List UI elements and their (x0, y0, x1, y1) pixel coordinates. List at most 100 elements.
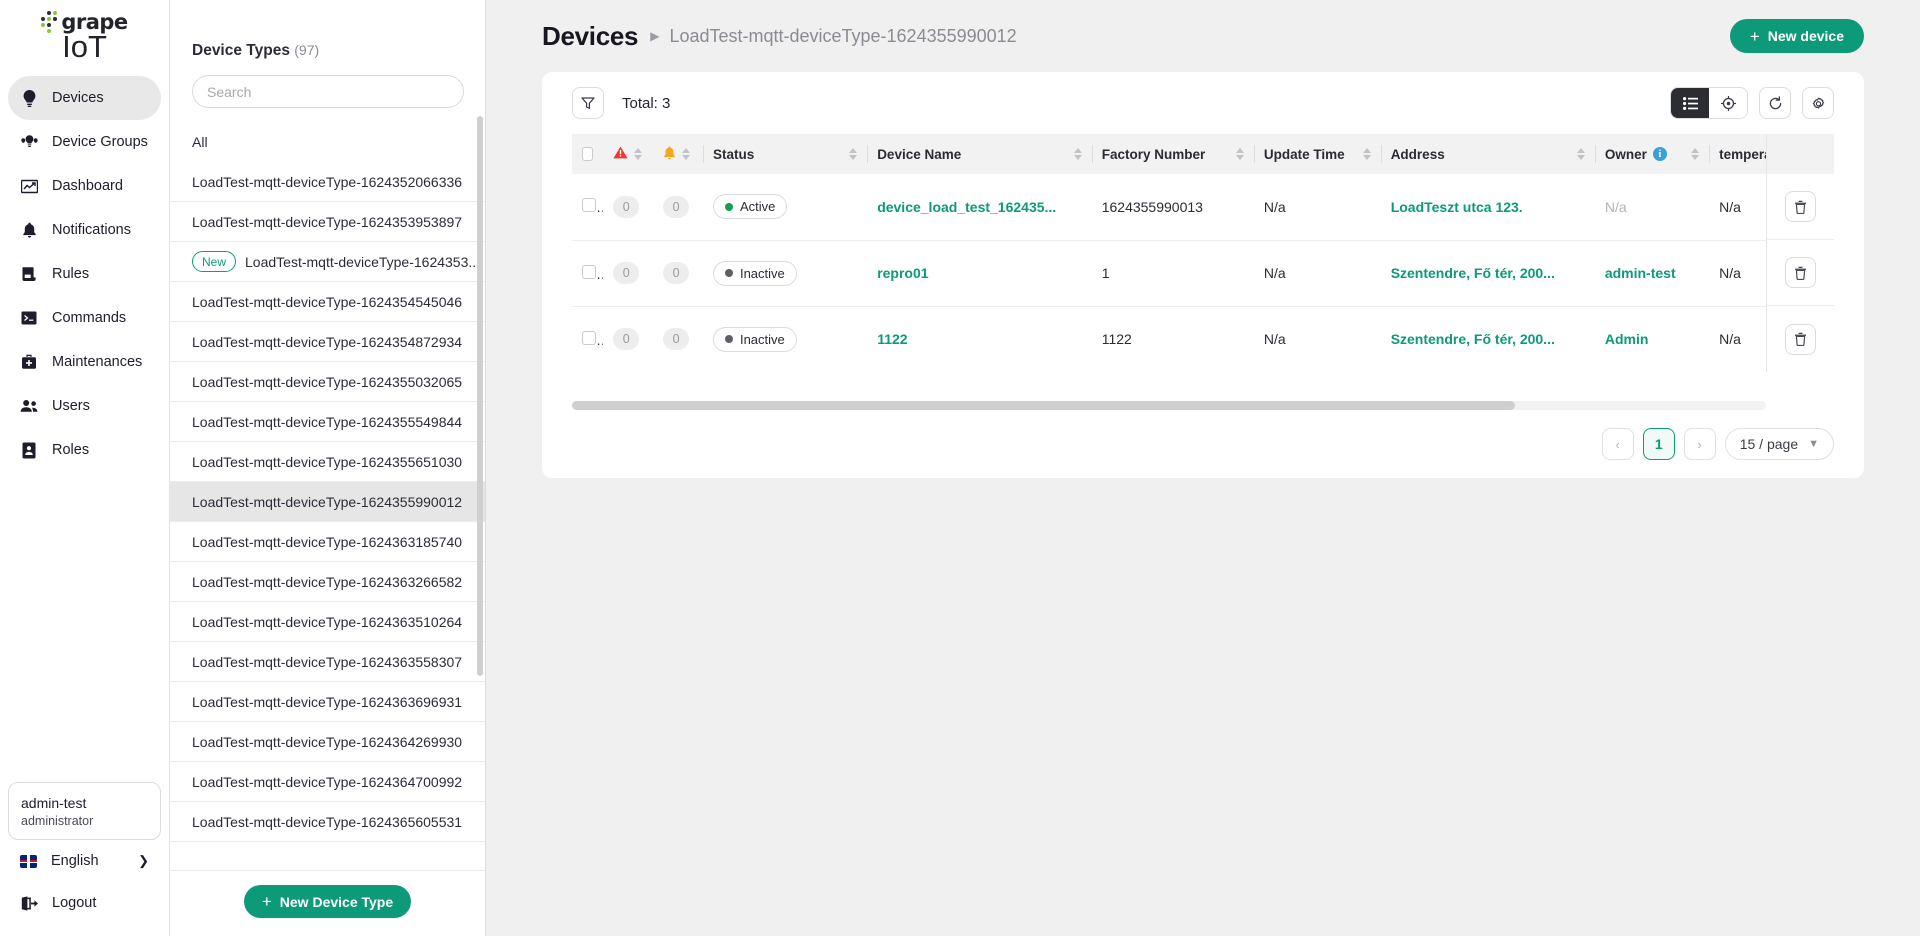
language-selector[interactable]: English ❯ (8, 840, 161, 882)
sort-toggle[interactable] (1576, 148, 1585, 160)
table-header-alarms[interactable] (603, 134, 654, 174)
plus-icon: + (1749, 26, 1760, 46)
device-type-list-item[interactable]: LoadTest-mqtt-deviceType-1624363558307 (170, 642, 485, 682)
page-size-selector[interactable]: 15 / page ▼ (1724, 428, 1834, 460)
table-header-label: Owner (1604, 146, 1647, 162)
table-header-factory[interactable]: Factory Number (1091, 134, 1254, 174)
device-type-list-item[interactable]: LoadTest-mqtt-deviceType-1624355032065 (170, 362, 485, 402)
sidebar-item-rules[interactable]: Rules (8, 252, 161, 296)
sidebar-item-device-groups[interactable]: Device Groups (8, 120, 161, 164)
device-type-list-item[interactable]: LoadTest-mqtt-deviceType-1624353953897 (170, 202, 485, 242)
sidebar-item-notifications[interactable]: Notifications (8, 208, 161, 252)
toolbar-actions (1670, 87, 1834, 119)
table-header-name[interactable]: Device Name (867, 134, 1092, 174)
row-select-cell (572, 306, 603, 372)
device-type-list-item[interactable]: LoadTest-mqtt-deviceType-1624363696931 (170, 682, 485, 722)
sidebar-item-dashboard[interactable]: Dashboard (8, 164, 161, 208)
map-view-icon[interactable] (1709, 88, 1747, 118)
user-role: administrator (21, 813, 94, 828)
logout-icon (20, 895, 38, 911)
owner-value[interactable]: Admin (1605, 331, 1649, 347)
device-type-list-item[interactable]: LoadTest-mqtt-deviceType-1624354872934 (170, 322, 485, 362)
row-checkbox[interactable] (582, 264, 596, 279)
address-link[interactable]: LoadTeszt utca 123. (1391, 199, 1523, 215)
sort-toggle[interactable] (1073, 148, 1082, 160)
sidebar-item-users[interactable]: Users (8, 384, 161, 428)
owner-value[interactable]: admin-test (1605, 265, 1676, 281)
table-header-select (572, 134, 604, 174)
list-view-icon[interactable] (1671, 88, 1709, 118)
sidebar-item-devices[interactable]: Devices (8, 76, 161, 120)
table-header-status[interactable]: Status (702, 134, 868, 174)
table-header-address[interactable]: Address (1380, 134, 1595, 174)
page-number-1[interactable]: 1 (1642, 428, 1675, 460)
sidebar-item-label: Device Groups (52, 134, 148, 150)
address-link[interactable]: Szentendre, Fő tér, 200... (1391, 265, 1555, 281)
table-header-label: Status (712, 146, 755, 162)
info-icon[interactable]: i (1652, 147, 1667, 161)
device-type-list-item[interactable]: LoadTest-mqtt-deviceType-1624363185740 (170, 522, 485, 562)
scrollbar-thumb[interactable] (572, 401, 1516, 410)
device-type-list-item[interactable]: LoadTest-mqtt-deviceType-1624363510264 (170, 602, 485, 642)
table-header-updated[interactable]: Update Time (1253, 134, 1381, 174)
main-content: Devices ▶ LoadTest-mqtt-deviceType-16243… (486, 0, 1920, 936)
sort-toggle[interactable] (682, 148, 691, 160)
device-types-search-input[interactable] (192, 75, 464, 108)
trash-icon[interactable] (1785, 191, 1816, 222)
table-header-notifs[interactable] (653, 134, 703, 174)
sort-toggle[interactable] (1691, 148, 1700, 160)
device-name-link[interactable]: device_load_test_162435... (877, 199, 1056, 215)
sidebar-item-commands[interactable]: Commands (8, 296, 161, 340)
refresh-icon[interactable] (1759, 87, 1791, 119)
page-header: Devices ▶ LoadTest-mqtt-deviceType-16243… (486, 0, 1920, 72)
uk-flag-icon (20, 854, 37, 868)
trash-icon[interactable] (1785, 257, 1816, 288)
device-type-label: LoadTest-mqtt-deviceType-1624353953897 (192, 213, 463, 230)
device-type-list-item[interactable]: LoadTest-mqtt-deviceType-1624355990012 (170, 482, 485, 522)
device-type-list-item[interactable]: LoadTest-mqtt-deviceType-1624352066336 (170, 162, 485, 202)
sort-toggle[interactable] (634, 148, 643, 160)
device-type-list-item[interactable]: LoadTest-mqtt-deviceType-1624365605531 (170, 802, 485, 842)
table-row[interactable]: 0 0 Inactive repro01 1 N/a Szentendre, Fő tér,… (572, 240, 1834, 307)
address-link[interactable]: Szentendre, Fő tér, 200... (1391, 331, 1555, 347)
device-type-list-item[interactable]: LoadTest-mqtt-deviceType-1624364700992 (170, 762, 485, 802)
table-header-owner[interactable]: Owner i (1594, 134, 1710, 174)
row-alarms-cell: 0 (603, 306, 653, 372)
device-type-list-item[interactable]: New LoadTest-mqtt-deviceType-1624353... (170, 242, 485, 282)
device-types-scrollbar[interactable] (477, 116, 483, 676)
device-type-label: LoadTest-mqtt-deviceType-1624364700992 (192, 773, 463, 790)
next-page-button[interactable]: › (1683, 428, 1716, 460)
sidebar-item-roles[interactable]: Roles (8, 428, 161, 472)
device-type-list-item[interactable]: LoadTest-mqtt-deviceType-1624355651030 (170, 442, 485, 482)
sort-toggle[interactable] (849, 148, 858, 160)
device-name-link[interactable]: 1122 (877, 331, 907, 347)
new-device-button[interactable]: + New device (1729, 19, 1864, 53)
select-all-checkbox[interactable] (582, 147, 594, 161)
sort-toggle[interactable] (1362, 148, 1371, 160)
row-checkbox[interactable] (582, 198, 596, 213)
device-type-list-item[interactable]: LoadTest-mqtt-deviceType-1624354545046 (170, 282, 485, 322)
device-name-link[interactable]: repro01 (877, 265, 928, 281)
gear-icon[interactable] (1802, 87, 1834, 119)
sort-toggle[interactable] (1235, 148, 1244, 160)
prev-page-button[interactable]: ‹ (1601, 428, 1634, 460)
device-type-list-item[interactable]: LoadTest-mqtt-deviceType-1624355549844 (170, 402, 485, 442)
new-device-type-button[interactable]: + New Device Type (243, 885, 412, 918)
row-action-cell (1767, 306, 1834, 372)
table-horizontal-scrollbar[interactable] (572, 401, 1766, 410)
device-type-list-item[interactable]: LoadTest-mqtt-deviceType-1624364269930 (170, 722, 485, 762)
device-type-list-item[interactable]: All (170, 122, 485, 162)
logout-button[interactable]: Logout (8, 882, 161, 924)
user-card[interactable]: admin-test administrator (8, 782, 161, 840)
device-types-list[interactable]: All LoadTest-mqtt-deviceType-162435206633… (170, 122, 485, 870)
filter-icon[interactable] (572, 87, 604, 119)
sidebar-item-label: Maintenances (52, 354, 143, 370)
logout-label: Logout (52, 895, 97, 911)
trash-icon[interactable] (1785, 323, 1816, 355)
main-sidebar: grape IoT Devices Device Groups Dashboar… (0, 0, 170, 936)
table-row[interactable]: 0 0 Active device_load_test_162435... 162435… (572, 174, 1834, 241)
table-row[interactable]: 0 0 Inactive 1122 1122 N/a Szentendre, Fő tér,… (572, 306, 1834, 372)
sidebar-item-maintenances[interactable]: Maintenances (8, 340, 161, 384)
device-type-list-item[interactable]: LoadTest-mqtt-deviceType-1624363266582 (170, 562, 485, 602)
row-checkbox[interactable] (582, 330, 596, 345)
